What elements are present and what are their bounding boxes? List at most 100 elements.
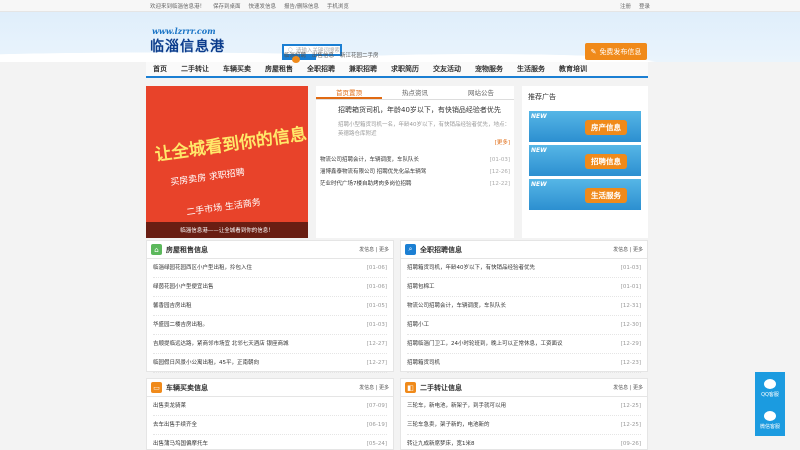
list-item[interactable]: 出售卖龙骑莱 [07-09] xyxy=(153,397,387,416)
welcome-text: 欢迎来到临淄信息港！ xyxy=(150,3,206,10)
top-bar: 欢迎来到临淄信息港！ 保存到桌面 快速发信息 报告/删除信息 手机浏览 注册 登… xyxy=(0,0,800,12)
nav-house[interactable]: 房屋租售 xyxy=(258,56,300,77)
edit-icon: ✎ xyxy=(590,47,597,56)
list-item[interactable]: 招聘箱货司机 [12-23] xyxy=(407,354,641,373)
lead-title[interactable]: 招聘箱货司机，年龄40岁以下，有快销品经验者优先 xyxy=(338,105,510,115)
item-date: [01-03] xyxy=(489,157,510,163)
bag-icon: ◧ xyxy=(405,382,416,393)
register-link[interactable]: 注册 xyxy=(620,2,631,10)
list-item[interactable]: 转让九成新席梦床，宽1米8 [09-26] xyxy=(407,435,641,450)
nav-education[interactable]: 教育培训 xyxy=(552,61,594,77)
list-item[interactable]: 三轮车，新电池，新架子，到手就可以用 [12-25] xyxy=(407,397,641,416)
box-title: 全职招聘信息 xyxy=(420,245,462,254)
tab-notice[interactable]: 网站公告 xyxy=(448,86,514,99)
quick-post-link[interactable]: 快速发信息 xyxy=(249,2,277,10)
nav-life[interactable]: 生活服务 xyxy=(510,61,552,77)
login-link[interactable]: 登录 xyxy=(639,2,650,10)
list-item[interactable]: 招聘临淄门卫工，24小时轮班到，晚上可以正常休息，工资面议 [12-29] xyxy=(407,335,641,354)
nav-fulltime[interactable]: 全职招聘 xyxy=(300,61,342,77)
item-title: 茫业时代广场7楼自助烤肉多岗位招聘 xyxy=(320,181,412,187)
item-date: [12-26] xyxy=(489,169,510,175)
list-item[interactable]: 吉顺提临远达路，紧商邻市场宜 北邻七天酒店 银座商城 [12-27] xyxy=(153,335,387,354)
ad-job[interactable]: NEW 招聘信息 xyxy=(529,145,641,176)
box-title: 房屋租售信息 xyxy=(166,245,208,254)
ad-life[interactable]: NEW 生活服务 xyxy=(529,179,641,210)
car-box: ▭ 车辆买卖信息 发信息 | 更多 出售卖龙骑莱 [07-09] 去车出售手续齐全 [0… xyxy=(146,378,394,450)
hot-link[interactable]: 新江花园二手房 xyxy=(340,51,379,59)
ad-label: 房产信息 xyxy=(585,120,627,135)
nav-pets[interactable]: 宠物服务 xyxy=(468,61,510,77)
hot-link[interactable]: 出售信息 xyxy=(312,51,334,59)
mobile-link[interactable]: 手机浏览 xyxy=(327,2,349,10)
house-box: ⌂ 房屋租售信息 发信息 | 更多 临淄绿园花园西区小户型出租，拎包入住 [01-06… xyxy=(146,240,394,373)
nav-social[interactable]: 交友活动 xyxy=(426,61,468,77)
post-info-button[interactable]: ✎ 免费发布信息 xyxy=(585,43,647,60)
list-item[interactable]: 出售蒲马坞国偏摩托车 [05-24] xyxy=(153,435,387,450)
center-tabs: 首页置顶 热点资讯 网站公告 xyxy=(316,86,514,100)
list-item[interactable]: 临淄绿园花园西区小户型出租，拎包入住 [01-06] xyxy=(153,259,387,278)
list-item[interactable]: 物流公司招聘会计，车辆调度，车队队长 [12-31] xyxy=(407,297,641,316)
header: www.lzrrr.com 临淄信息港 ○ 请输入关键词搜索 搜索 ✎ 免费发布… xyxy=(0,12,800,62)
list-item[interactable]: 去车出售手续齐全 [06-19] xyxy=(153,416,387,435)
site-logo[interactable]: www.lzrrr.com 临淄信息港 xyxy=(148,26,258,55)
post-info-label: 免费发布信息 xyxy=(599,47,642,56)
ad-label: 招聘信息 xyxy=(585,154,627,169)
box-more[interactable]: 发信息 | 更多 xyxy=(359,246,389,253)
banner-carousel[interactable]: 让全城看到你的信息 买房卖房 求职招聘 二手市场 生活商务 临淄信息港——让全城… xyxy=(146,86,308,238)
box-title: 二手转让信息 xyxy=(420,383,462,392)
ad-house[interactable]: NEW 房产信息 xyxy=(529,111,641,142)
new-badge: NEW xyxy=(531,147,547,154)
list-item[interactable]: 馨香园吉房出租 [01-05] xyxy=(153,297,387,316)
list-item[interactable]: 物流公司招聘会计，车辆调度，车队队长 [01-03] xyxy=(320,154,510,166)
hot-badge xyxy=(292,56,300,63)
list-item[interactable]: 茫业时代广场7楼自助烤肉多岗位招聘 [12-22] xyxy=(320,178,510,190)
list-item[interactable]: 招聘包棉工 [01-01] xyxy=(407,278,641,297)
ad-title: 推荐广告 xyxy=(528,93,556,101)
list-item[interactable]: 淄博鑫泰物流有限公司 招聘优先化品车辆驾 [12-26] xyxy=(320,166,510,178)
banner-caption: 临淄信息港——让全城看到你的信息！ xyxy=(146,222,308,238)
nav-resume[interactable]: 求职简历 xyxy=(384,61,426,77)
nav-parttime[interactable]: 兼职招聘 xyxy=(342,61,384,77)
list-item[interactable]: 绿茵花园小户型便宜出售 [01-06] xyxy=(153,278,387,297)
item-date: [12-22] xyxy=(489,181,510,187)
qq-service-button[interactable]: QQ客服 xyxy=(755,372,785,404)
wechat-service-button[interactable]: 微信客服 xyxy=(755,404,785,436)
save-desktop-link[interactable]: 保存到桌面 xyxy=(213,2,241,10)
box-more[interactable]: 发信息 | 更多 xyxy=(613,384,643,391)
list-item[interactable]: 招聘箱货司机，年龄40岁以下，有快销品经验者优先 [01-03] xyxy=(407,259,641,278)
center-panel: 首页置顶 热点资讯 网站公告 招聘箱货司机，年龄40岁以下，有快销品经验者优先 … xyxy=(316,86,514,238)
list-item[interactable]: 三轮车急卖，架子新的，电池新的 [12-25] xyxy=(407,416,641,435)
banner-line2: 二手市场 生活商务 xyxy=(185,197,262,219)
center-list: 物流公司招聘会计，车辆调度，车队队长 [01-03] 淄博鑫泰物流有限公司 招聘优… xyxy=(316,154,514,190)
house-icon: ⌂ xyxy=(151,244,162,255)
second-box: ◧ 二手转让信息 发信息 | 更多 三轮车，新电池，新架子，到手就可以用 [12-25… xyxy=(400,378,648,450)
logo-name: 临淄信息港 xyxy=(150,39,225,55)
search-icon: ⌕ xyxy=(405,244,416,255)
box-more[interactable]: 发信息 | 更多 xyxy=(613,246,643,253)
side-label: 微信客服 xyxy=(759,423,780,430)
nav-home[interactable]: 首页 xyxy=(146,61,174,77)
box-title: 车辆买卖信息 xyxy=(166,383,208,392)
logo-url: www.lzrrr.com xyxy=(152,26,216,36)
list-item[interactable]: 临园假日风景小公寓出租，45平，正南朝向 [12-27] xyxy=(153,354,387,373)
banner-headline: 让全城看到你的信息 xyxy=(153,124,308,166)
wechat-icon xyxy=(764,410,776,421)
list-item[interactable]: 华盛园二楼吉房出租。 [01-03] xyxy=(153,316,387,335)
job-box: ⌕ 全职招聘信息 发信息 | 更多 招聘箱货司机，年龄40岁以下，有快销品经验者优先… xyxy=(400,240,648,373)
nav-secondhand[interactable]: 二手转让 xyxy=(174,61,216,77)
box-more[interactable]: 发信息 | 更多 xyxy=(359,384,389,391)
report-delete-link[interactable]: 报告/删除信息 xyxy=(284,2,319,10)
nav-cars[interactable]: 车辆买卖 xyxy=(216,61,258,77)
car-icon: ▭ xyxy=(151,382,162,393)
tab-top[interactable]: 首页置顶 xyxy=(316,86,382,99)
item-title: 淄博鑫泰物流有限公司 招聘优先化品车辆驾 xyxy=(320,169,427,175)
list-item[interactable]: 招聘小工 [12-30] xyxy=(407,316,641,335)
nav-house-label: 房屋租售 xyxy=(265,65,293,73)
more-link[interactable]: [更多] xyxy=(338,139,510,148)
tab-hot-news[interactable]: 热点资讯 xyxy=(382,86,448,99)
lead-desc: 招聘小型箱货司机一名，年龄40岁以下，有快销品经验者优先，地点：英德路仓库附近 xyxy=(338,122,511,137)
side-label: QQ客服 xyxy=(761,391,779,398)
main-nav: 首页 二手转让 车辆买卖 房屋租售 全职招聘 兼职招聘 求职简历 交友活动 宠物… xyxy=(146,56,648,78)
item-title: 物流公司招聘会计，车辆调度，车队队长 xyxy=(320,157,420,163)
banner-line1: 买房卖房 求职招聘 xyxy=(169,167,246,189)
